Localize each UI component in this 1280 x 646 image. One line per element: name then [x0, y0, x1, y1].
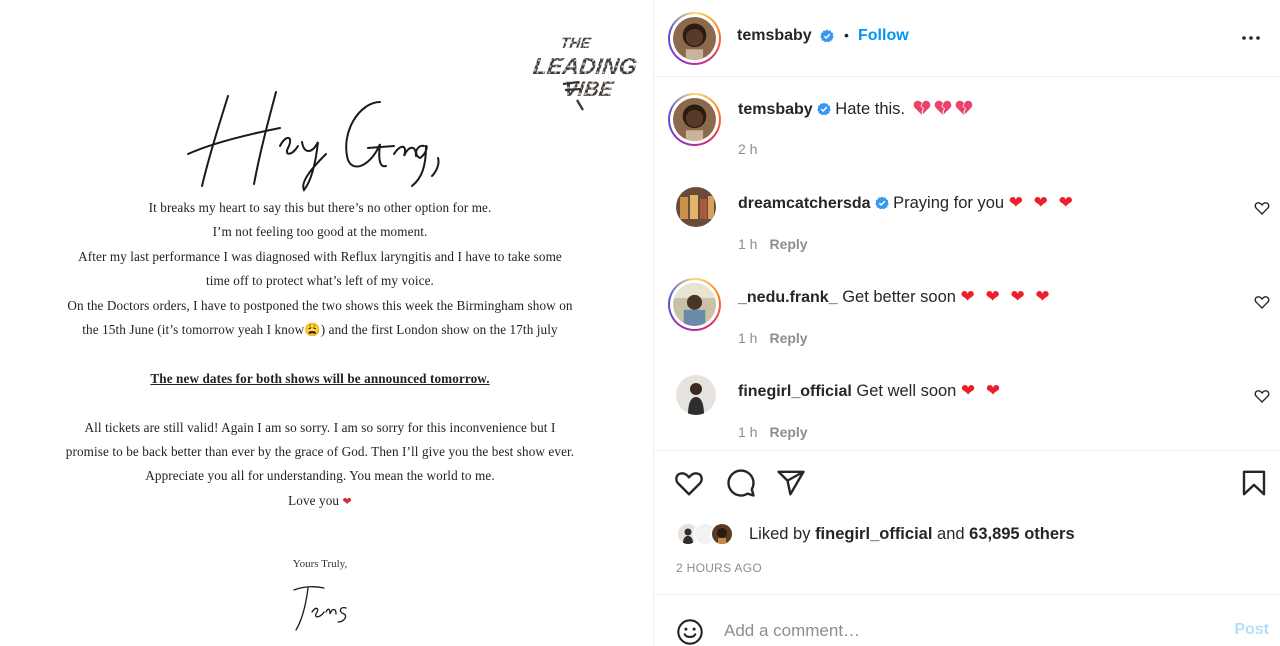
comment-username[interactable]: finegirl_official [738, 383, 852, 400]
paper-plane-icon[interactable] [776, 468, 806, 498]
letter-closing: Yours Truly, [292, 558, 348, 570]
verified-badge-icon [816, 102, 831, 116]
svg-text:THE: THE [559, 35, 592, 52]
red-heart-emojis: ❤ ❤ ❤ ❤ [960, 287, 1053, 306]
add-comment-input[interactable] [724, 619, 1204, 643]
red-heart-emojis: ❤ ❤ [960, 381, 1004, 400]
red-heart-emojis: ❤ ❤ ❤ [1008, 193, 1076, 212]
commenter-avatar[interactable] [676, 375, 716, 415]
post-image[interactable]: THE LEADING VIBE It breaks my heart to s… [0, 0, 653, 646]
letter-line: On the Doctors orders, I have to postpon… [67, 297, 573, 313]
liker-avatar [710, 522, 734, 546]
emoji-smiley-icon[interactable] [676, 618, 704, 646]
reply-button[interactable]: Reply [769, 330, 807, 346]
letter-line: promise to be back better than ever by t… [65, 443, 575, 459]
liked-by-prefix: Liked by [749, 525, 811, 543]
post-header: temsbaby • Follow [654, 0, 1280, 77]
red-heart-icon: ❤ [342, 495, 352, 508]
comment-time: 1 h [738, 424, 758, 440]
likes-count[interactable]: 63,895 others [969, 525, 1074, 543]
header-separator: • [844, 27, 849, 43]
comment-item: dreamcatchersda Praying for you ❤ ❤ ❤ 1 … [654, 187, 1280, 257]
letter-body: It breaks my heart to say this but there… [0, 196, 640, 513]
comment-text: Get well soon [856, 382, 957, 400]
follow-button[interactable]: Follow [858, 27, 909, 45]
greeting-script [187, 91, 440, 192]
commenter-avatar[interactable] [668, 278, 721, 331]
comment-item: finegirl_official Get well soon ❤ ❤ 1 h R… [654, 375, 1280, 445]
comment-text: Get better soon [842, 288, 956, 306]
comment-item: _nedu.frank_ Get better soon ❤ ❤ ❤ ❤ 1 h… [654, 278, 1280, 351]
letter-line: the 15th June (it’s tomorrow yeah I know… [82, 321, 558, 337]
author-username[interactable]: temsbaby [737, 27, 812, 45]
letter-announcement: The new dates for both shows will be ann… [150, 370, 490, 386]
letter-line: All tickets are still valid! Again I am … [84, 419, 556, 435]
add-comment-bar: Post [654, 594, 1280, 646]
letter-line: time off to protect what’s left of my vo… [206, 273, 434, 289]
letter-love-you: Love you [288, 492, 340, 508]
letter-line: It breaks my heart to say this but there… [148, 200, 492, 215]
author-avatar[interactable] [668, 12, 721, 65]
caption-username[interactable]: temsbaby [738, 101, 813, 118]
caption-time: 2 h [738, 141, 758, 157]
comment-username[interactable]: _nedu.frank_ [738, 289, 838, 306]
bookmark-icon[interactable] [1239, 468, 1269, 498]
heart-outline-icon[interactable] [674, 468, 704, 498]
comment-time: 1 h [738, 330, 758, 346]
caption-avatar[interactable] [668, 93, 721, 146]
comment-like-heart-icon[interactable] [1254, 200, 1270, 216]
liked-by-user[interactable]: finegirl_official [815, 525, 932, 543]
post-comment-button[interactable]: Post [1234, 621, 1269, 639]
caption-text: Hate this. [835, 100, 905, 118]
post-timestamp: 2 HOURS AGO [676, 561, 762, 575]
commenter-avatar[interactable] [676, 187, 716, 227]
comment-like-heart-icon[interactable] [1254, 294, 1270, 310]
leading-vibe-logo: THE LEADING VIBE [533, 35, 639, 111]
verified-badge-icon [874, 196, 889, 210]
broken-heart-icon [934, 100, 951, 115]
liked-by-row: Liked by finegirl_official and 63,895 ot… [676, 519, 1256, 549]
reply-button[interactable]: Reply [769, 236, 807, 252]
comment-username[interactable]: dreamcatchersda [738, 195, 871, 212]
broken-heart-icon [913, 100, 930, 115]
post-sidebar: temsbaby • Follow temsbaby Hate this. 2 … [653, 0, 1280, 646]
letter-line: Appreciate you all for understanding. Yo… [145, 468, 495, 484]
tems-signature [293, 586, 347, 631]
letter-line: I’m not feeling too good at the moment. [212, 224, 428, 240]
comment-bubble-icon[interactable] [726, 468, 756, 498]
svg-text:LEADING: LEADING [533, 53, 639, 79]
comment-text: Praying for you [893, 194, 1005, 212]
post-caption: temsbaby Hate this. 2 h [654, 93, 1280, 166]
comment-like-heart-icon[interactable] [1254, 388, 1270, 404]
reply-button[interactable]: Reply [769, 424, 807, 440]
letter-line: After my last performance I was diagnose… [78, 248, 562, 264]
liked-by-and: and [937, 525, 965, 543]
verified-badge-icon [820, 29, 834, 43]
broken-heart-icon [955, 100, 972, 115]
action-bar [654, 450, 1280, 512]
more-options-icon[interactable] [1239, 26, 1263, 50]
comment-time: 1 h [738, 236, 758, 252]
